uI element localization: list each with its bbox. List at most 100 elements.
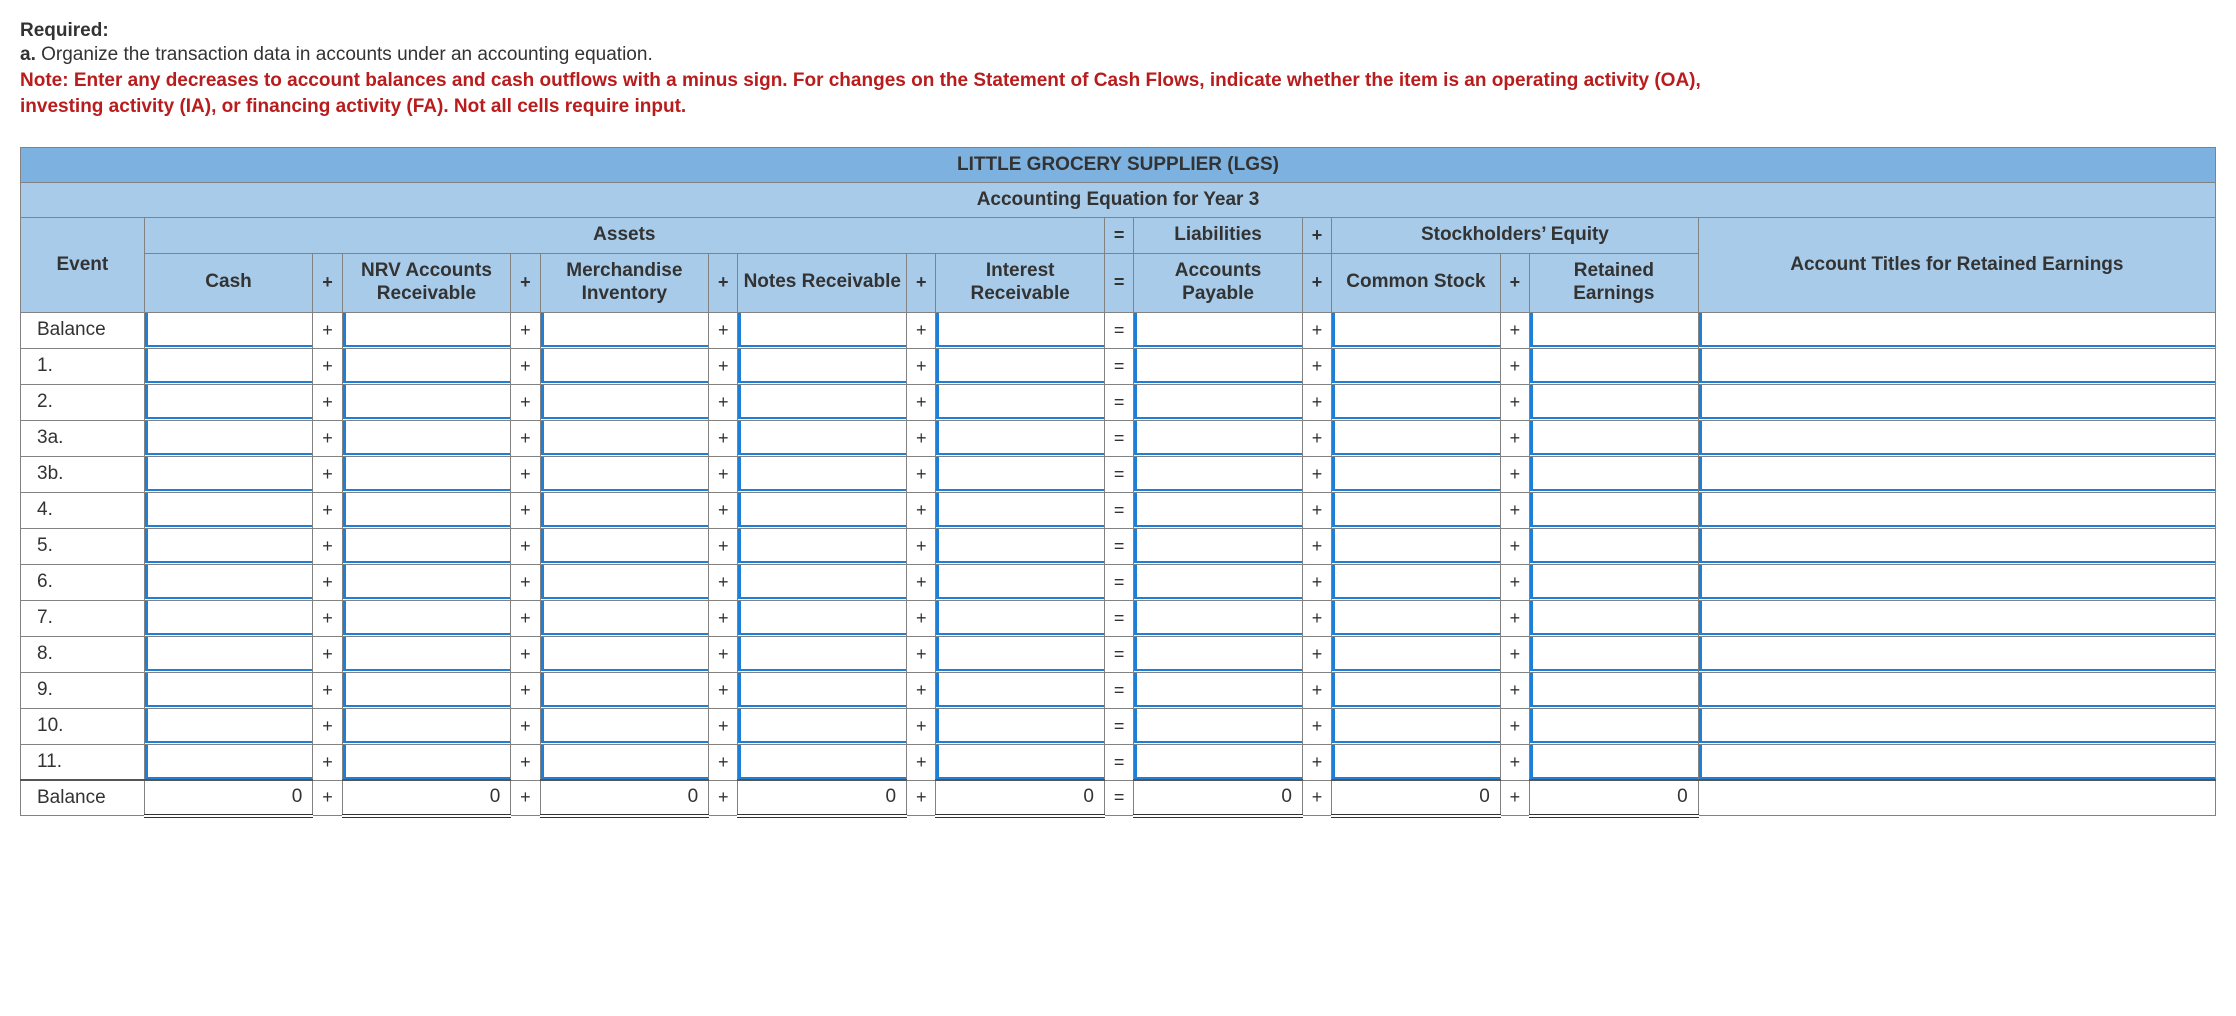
cell-ap-input[interactable]: [1134, 529, 1302, 563]
cell-nrv-input[interactable]: [343, 709, 511, 743]
cell-cash-input[interactable]: [145, 673, 313, 707]
cell-interest-input[interactable]: [936, 601, 1104, 635]
cell-merch-input[interactable]: [541, 493, 709, 527]
cell-notes-input[interactable]: [738, 529, 906, 563]
cell-notes-input[interactable]: [738, 673, 906, 707]
cell-account-title-input[interactable]: [1699, 565, 2215, 599]
cell-merch-input[interactable]: [541, 313, 709, 347]
cell-interest-input[interactable]: [936, 709, 1104, 743]
cell-ap-input[interactable]: [1134, 421, 1302, 455]
cell-nrv-input[interactable]: [343, 313, 511, 347]
cell-interest-input[interactable]: [936, 745, 1104, 779]
cell-account-title-input[interactable]: [1699, 529, 2215, 563]
cell-cash-input[interactable]: [145, 709, 313, 743]
cell-cs-input[interactable]: [1332, 709, 1500, 743]
cell-ap-input[interactable]: [1134, 385, 1302, 419]
cell-cs-input[interactable]: [1332, 421, 1500, 455]
cell-cs-input[interactable]: [1332, 601, 1500, 635]
cell-cash-input[interactable]: [145, 421, 313, 455]
cell-merch-input[interactable]: [541, 529, 709, 563]
cell-nrv-input[interactable]: [343, 673, 511, 707]
cell-merch-input[interactable]: [541, 457, 709, 491]
cell-interest-input[interactable]: [936, 493, 1104, 527]
cell-ap-input[interactable]: [1134, 349, 1302, 383]
cell-merch-input[interactable]: [541, 349, 709, 383]
cell-account-title-input[interactable]: [1699, 745, 2215, 779]
cell-merch-input[interactable]: [541, 709, 709, 743]
cell-nrv-input[interactable]: [343, 421, 511, 455]
cell-cs-input[interactable]: [1332, 637, 1500, 671]
cell-interest-input[interactable]: [936, 565, 1104, 599]
cell-merch-input[interactable]: [541, 565, 709, 599]
cell-cash-input[interactable]: [145, 601, 313, 635]
cell-cash-input[interactable]: [145, 457, 313, 491]
cell-cash-input[interactable]: [145, 313, 313, 347]
cell-merch-input[interactable]: [541, 745, 709, 779]
cell-interest-input[interactable]: [936, 385, 1104, 419]
cell-cash-input[interactable]: [145, 385, 313, 419]
cell-account-title-input[interactable]: [1699, 673, 2215, 707]
cell-re-input[interactable]: [1530, 457, 1698, 491]
cell-cs-input[interactable]: [1332, 457, 1500, 491]
cell-cs-input[interactable]: [1332, 673, 1500, 707]
cell-re-input[interactable]: [1530, 493, 1698, 527]
cell-notes-input[interactable]: [738, 457, 906, 491]
cell-account-title-input[interactable]: [1699, 457, 2215, 491]
cell-nrv-input[interactable]: [343, 385, 511, 419]
cell-interest-input[interactable]: [936, 457, 1104, 491]
cell-ap-input[interactable]: [1134, 745, 1302, 779]
cell-interest-input[interactable]: [936, 529, 1104, 563]
cell-re-input[interactable]: [1530, 709, 1698, 743]
cell-merch-input[interactable]: [541, 421, 709, 455]
cell-re-input[interactable]: [1530, 313, 1698, 347]
cell-re-input[interactable]: [1530, 637, 1698, 671]
cell-merch-input[interactable]: [541, 601, 709, 635]
cell-merch-input[interactable]: [541, 385, 709, 419]
cell-ap-input[interactable]: [1134, 565, 1302, 599]
cell-re-input[interactable]: [1530, 385, 1698, 419]
cell-re-input[interactable]: [1530, 421, 1698, 455]
cell-re-input[interactable]: [1530, 349, 1698, 383]
cell-account-title-input[interactable]: [1699, 385, 2215, 419]
cell-nrv-input[interactable]: [343, 349, 511, 383]
cell-account-title-input[interactable]: [1699, 349, 2215, 383]
cell-nrv-input[interactable]: [343, 529, 511, 563]
cell-ap-input[interactable]: [1134, 601, 1302, 635]
cell-re-input[interactable]: [1530, 673, 1698, 707]
cell-ap-input[interactable]: [1134, 673, 1302, 707]
cell-interest-input[interactable]: [936, 673, 1104, 707]
cell-cs-input[interactable]: [1332, 529, 1500, 563]
cell-cs-input[interactable]: [1332, 493, 1500, 527]
cell-interest-input[interactable]: [936, 349, 1104, 383]
cell-cs-input[interactable]: [1332, 385, 1500, 419]
cell-notes-input[interactable]: [738, 637, 906, 671]
cell-cs-input[interactable]: [1332, 349, 1500, 383]
cell-merch-input[interactable]: [541, 673, 709, 707]
cell-account-title-input[interactable]: [1699, 313, 2215, 347]
cell-notes-input[interactable]: [738, 709, 906, 743]
cell-ap-input[interactable]: [1134, 457, 1302, 491]
cell-nrv-input[interactable]: [343, 565, 511, 599]
cell-re-input[interactable]: [1530, 601, 1698, 635]
cell-cs-input[interactable]: [1332, 565, 1500, 599]
cell-account-title-input[interactable]: [1699, 709, 2215, 743]
cell-account-title-input[interactable]: [1699, 421, 2215, 455]
cell-interest-input[interactable]: [936, 637, 1104, 671]
cell-cash-input[interactable]: [145, 745, 313, 779]
cell-cash-input[interactable]: [145, 565, 313, 599]
cell-nrv-input[interactable]: [343, 637, 511, 671]
cell-ap-input[interactable]: [1134, 493, 1302, 527]
cell-account-title-input[interactable]: [1699, 637, 2215, 671]
cell-re-input[interactable]: [1530, 529, 1698, 563]
cell-notes-input[interactable]: [738, 493, 906, 527]
cell-interest-input[interactable]: [936, 421, 1104, 455]
cell-nrv-input[interactable]: [343, 457, 511, 491]
cell-cash-input[interactable]: [145, 637, 313, 671]
cell-notes-input[interactable]: [738, 349, 906, 383]
cell-notes-input[interactable]: [738, 313, 906, 347]
cell-account-title-input[interactable]: [1699, 493, 2215, 527]
cell-cash-input[interactable]: [145, 493, 313, 527]
cell-merch-input[interactable]: [541, 637, 709, 671]
cell-re-input[interactable]: [1530, 745, 1698, 779]
cell-cash-input[interactable]: [145, 349, 313, 383]
